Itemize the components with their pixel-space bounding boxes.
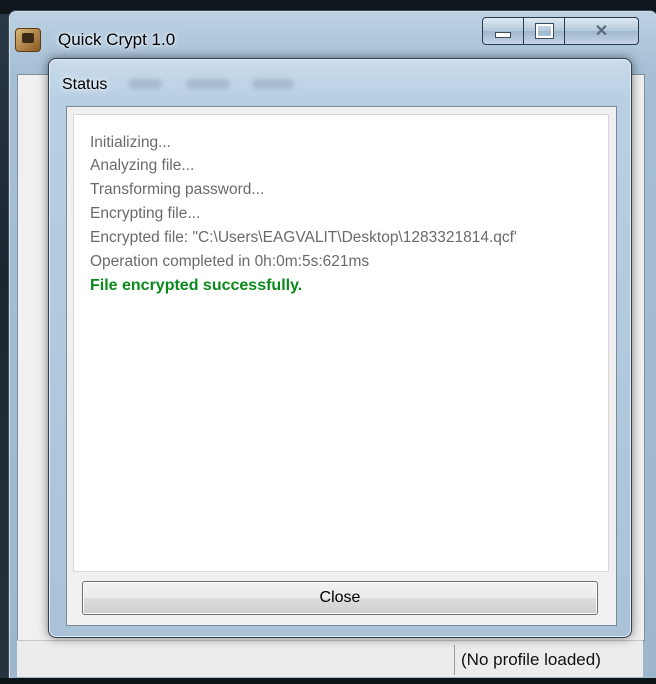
- ghost-menu-item: [186, 79, 230, 89]
- ghost-menu-item: [252, 79, 294, 89]
- log-line: Encrypted file: "C:\Users\EAGVALIT\Deskt…: [90, 229, 517, 246]
- ghost-menu-item: [128, 79, 162, 89]
- success-message: File encrypted successfully.: [90, 277, 303, 294]
- caption-buttons: ✕: [482, 17, 639, 45]
- minimize-button[interactable]: [482, 17, 524, 45]
- log-line: Analyzing file...: [90, 157, 195, 174]
- maximize-icon: [534, 23, 554, 39]
- minimize-icon: [495, 32, 511, 38]
- status-bar-text: (No profile loaded): [461, 650, 601, 669]
- log-line: Operation completed in 0h:0m:5s:621ms: [90, 253, 370, 270]
- desktop-bottom-edge: [0, 678, 656, 684]
- log-line: Encrypting file...: [90, 205, 201, 222]
- status-bar-divider: [454, 645, 455, 675]
- dialog-title: Status: [62, 76, 108, 93]
- maximize-button[interactable]: [524, 17, 565, 45]
- close-button[interactable]: Close: [82, 581, 598, 615]
- window-title: Quick Crypt 1.0: [58, 30, 176, 49]
- log-line: Transforming password...: [90, 181, 265, 198]
- app-icon[interactable]: [15, 28, 41, 52]
- log-line: Initializing...: [90, 134, 171, 151]
- close-icon: ✕: [594, 23, 609, 40]
- close-window-button[interactable]: ✕: [565, 17, 639, 45]
